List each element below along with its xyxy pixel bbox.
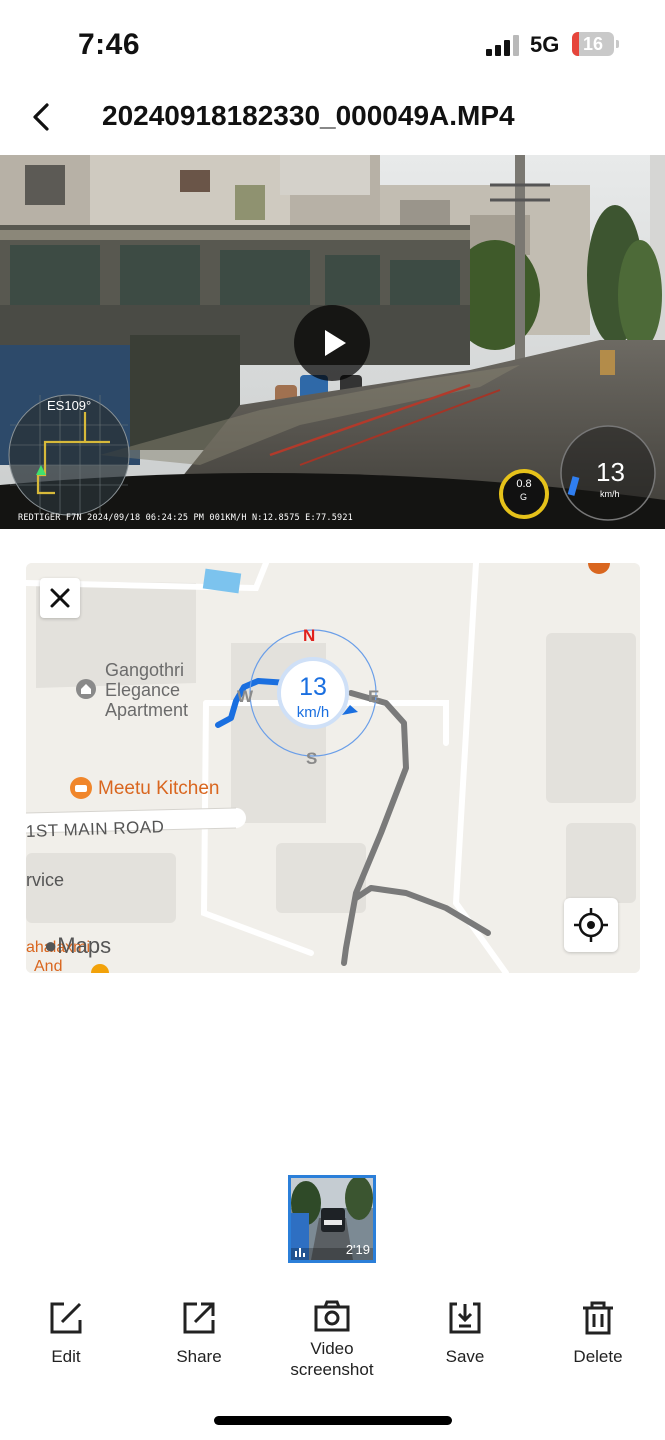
apple-logo-icon: ● — [44, 933, 58, 958]
g-force-unit: G — [520, 492, 528, 502]
poi-apartment-line3: Apartment — [105, 700, 189, 720]
poi-apartment-line2: Elegance — [105, 680, 181, 700]
crosshair-icon — [574, 908, 608, 942]
delete-button[interactable]: Delete — [548, 1300, 648, 1367]
play-button[interactable] — [294, 305, 370, 381]
dashcam-info-line: REDTIGER F7N 2024/09/18 06:24:25 PM 001K… — [18, 513, 353, 523]
g-force-value: 0.8 — [516, 478, 532, 490]
play-icon — [325, 330, 346, 356]
delete-label: Delete — [573, 1347, 623, 1366]
battery-cap — [616, 40, 619, 48]
status-bar: 7:46 5G 16 — [0, 0, 665, 90]
cellular-signal-icon — [486, 34, 520, 56]
chevron-left-icon — [33, 103, 49, 131]
page-title: 20240918182330_000049A.MP4 — [102, 100, 515, 131]
edit-label: Edit — [51, 1347, 81, 1366]
network-type: 5G — [530, 32, 560, 57]
maps-attribution-text: Maps — [57, 933, 112, 958]
compass-south: S — [306, 749, 318, 768]
save-button[interactable]: Save — [415, 1300, 515, 1367]
back-button[interactable] — [26, 100, 60, 134]
home-indicator[interactable] — [214, 1416, 452, 1425]
camera-icon — [314, 1300, 350, 1332]
edit-icon — [50, 1302, 82, 1334]
download-icon — [449, 1302, 481, 1334]
video-screenshot-label-line2: screenshot — [290, 1360, 374, 1379]
poi-apartment-line1: Gangothri — [105, 660, 185, 680]
close-map-button[interactable] — [40, 578, 80, 618]
heading-readout: ES109° — [47, 398, 92, 413]
compass-east: E — [368, 687, 380, 706]
speed-readout: 13 — [596, 457, 625, 487]
map-speed-value: 13 — [299, 673, 327, 701]
thumbnail-duration: 2'19 — [345, 1242, 370, 1257]
battery-level: 16 — [582, 34, 604, 54]
apartment-poi-icon — [76, 679, 96, 699]
partial-poi-label-3: And — [34, 958, 63, 973]
restaurant-poi-icon — [70, 777, 92, 799]
video-screenshot-label: Video screenshot — [282, 1338, 382, 1380]
video-screenshot-label-line1: Video — [310, 1339, 354, 1358]
video-thumbnail[interactable]: 2'19 — [288, 1175, 376, 1263]
partial-poi-label: rvice — [26, 870, 65, 890]
poi-restaurant[interactable]: Meetu Kitchen — [98, 779, 219, 799]
poi-apartment[interactable]: Gangothri Elegance Apartment — [105, 660, 188, 720]
close-icon — [50, 588, 70, 608]
maps-attribution: ●Maps — [44, 933, 111, 959]
battery-icon: 16 — [572, 32, 614, 56]
share-icon — [183, 1302, 215, 1334]
compass-north: N — [303, 626, 316, 645]
status-time: 7:46 — [78, 28, 141, 61]
share-button[interactable]: Share — [149, 1300, 249, 1367]
route-map[interactable]: N S E W 13 km/h Gangothri Elegance Apart… — [26, 563, 640, 973]
video-screenshot-button[interactable]: Video screenshot — [282, 1300, 382, 1380]
speed-unit: km/h — [600, 489, 620, 499]
map-canvas — [26, 563, 640, 973]
share-label: Share — [176, 1347, 222, 1366]
locate-me-button[interactable] — [564, 898, 618, 952]
save-label: Save — [445, 1347, 485, 1366]
video-player[interactable]: ES109° 0.8 G 13 km/h REDTIGER F7N 2024/0… — [0, 155, 665, 529]
compass-west: W — [237, 687, 254, 706]
trash-icon — [583, 1301, 613, 1335]
edit-button[interactable]: Edit — [16, 1300, 116, 1367]
map-speed-unit: km/h — [296, 704, 330, 721]
